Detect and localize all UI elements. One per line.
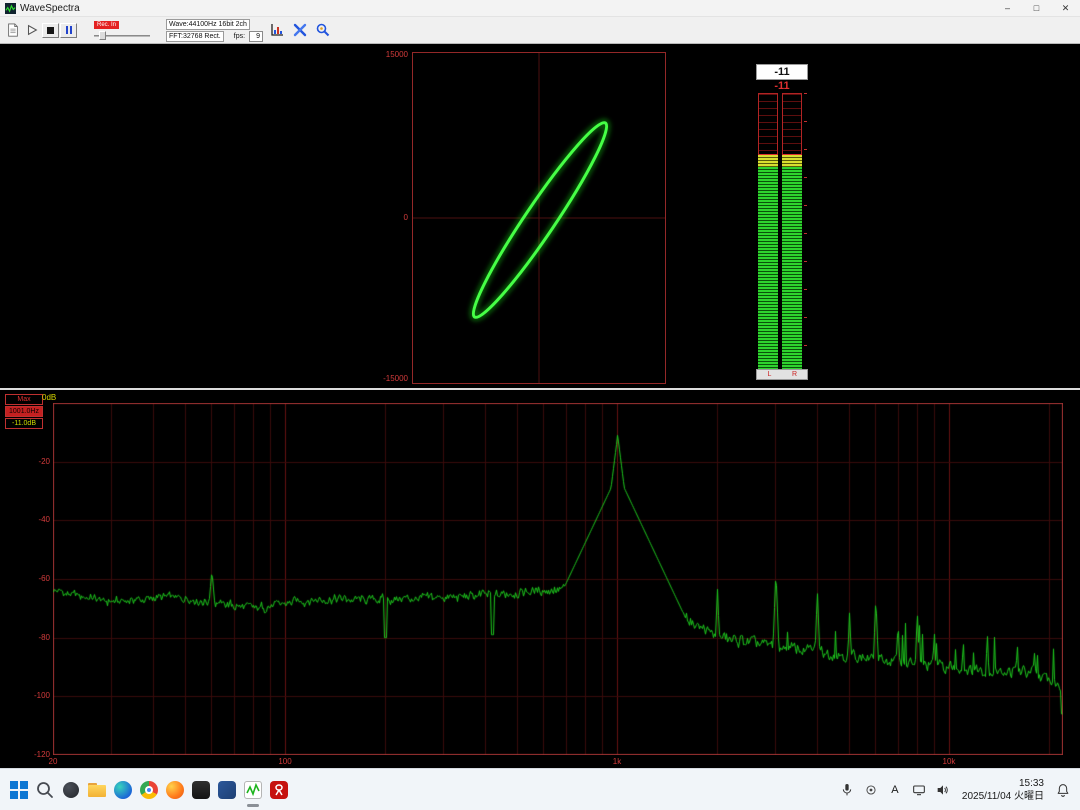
peak-readout-left: -11 [756, 64, 808, 80]
terminal-icon [192, 781, 210, 799]
x-tick-label: 1k [613, 757, 621, 766]
taskbar: A 15:33 2025/11/04 火曜日 [0, 768, 1080, 810]
terminal-button[interactable] [188, 772, 214, 808]
firefox-button[interactable] [162, 772, 188, 808]
analyze-zoom-icon[interactable] [313, 21, 332, 40]
x-tick-label: 20 [49, 757, 58, 766]
minimize-button[interactable]: – [993, 0, 1022, 16]
wave-format-info: Wave:44100Hz 16bit 2ch [166, 19, 250, 30]
y-tick-label: -20 [16, 457, 50, 466]
format-info-group: Wave:44100Hz 16bit 2ch FFT:32768 Rect. f… [166, 19, 263, 42]
network-icon[interactable] [908, 775, 930, 805]
toolbar: Rec. In Wave:44100Hz 16bit 2ch FFT:32768… [0, 17, 1080, 44]
slider-thumb[interactable] [99, 31, 106, 40]
lissajous-axis-max: 15000 [364, 50, 408, 59]
input-level-slider[interactable] [94, 31, 150, 40]
y-tick-label: -60 [16, 574, 50, 583]
word-icon [218, 781, 236, 799]
start-button[interactable] [6, 772, 32, 808]
search-button[interactable] [32, 772, 58, 808]
lissajous-axis-min: -15000 [364, 374, 408, 383]
rec-in-badge: Rec. In [94, 21, 119, 29]
max-frequency-readout: 1001.0Hz [5, 406, 43, 417]
max-peak-info: Max 1001.0Hz -11.0dB [5, 394, 43, 429]
window-title: WaveSpectra [20, 3, 80, 14]
peak-readout-right: -11 [756, 80, 808, 93]
meter-unlit-segment [782, 93, 802, 155]
channel-right-label: R [782, 370, 807, 379]
record-input-group: Rec. In [94, 21, 152, 40]
y-tick-label: -80 [16, 633, 50, 642]
fps-label: fps: [234, 33, 245, 40]
meter-bar-right [782, 93, 802, 369]
window-controls: – □ ✕ [993, 0, 1080, 16]
x-tick-label: 100 [278, 757, 291, 766]
clock-time: 15:33 [1019, 777, 1044, 790]
taskbar-clock[interactable]: 15:33 2025/11/04 火曜日 [956, 777, 1050, 803]
maximize-button[interactable]: □ [1022, 0, 1051, 16]
close-button[interactable]: ✕ [1051, 0, 1080, 16]
y-tick-label: -120 [16, 750, 50, 759]
acrobat-button[interactable] [266, 772, 292, 808]
chrome-button[interactable] [136, 772, 162, 808]
max-level-readout: -11.0dB [5, 418, 43, 429]
meter-yellow-segment [758, 155, 778, 167]
meter-green-segment [758, 167, 778, 369]
wavespectra-taskbar-button[interactable] [240, 772, 266, 808]
axes-settings-icon[interactable] [267, 21, 286, 40]
stop-button[interactable] [42, 23, 59, 38]
pause-icon [66, 26, 72, 34]
lissajous-display [412, 52, 666, 384]
file-explorer-button[interactable] [84, 772, 110, 808]
lissajous-ellipse [462, 115, 618, 326]
clock-date: 2025/11/04 火曜日 [962, 790, 1044, 803]
meter-bars [756, 93, 808, 369]
task-view-button[interactable] [58, 772, 84, 808]
lissajous-panel: 15000 0 -15000 -11 -11 [0, 44, 1080, 390]
firefox-icon [166, 781, 184, 799]
edge-icon [114, 781, 132, 799]
system-tray: A 15:33 2025/11/04 火曜日 [836, 775, 1074, 805]
wavespectra-window: WaveSpectra – □ ✕ Rec. In [0, 0, 1080, 810]
notification-bell-icon[interactable] [1052, 775, 1074, 805]
word-button[interactable] [214, 772, 240, 808]
edge-button[interactable] [110, 772, 136, 808]
meter-green-segment [782, 167, 802, 369]
meter-yellow-segment [782, 155, 802, 167]
max-label: Max [5, 394, 43, 405]
task-view-icon [63, 782, 79, 798]
tray-status-icon[interactable] [860, 775, 882, 805]
spectrum-panel: Max 1001.0Hz -11.0dB 0dB -20 -40 -60 -80… [0, 388, 1080, 768]
stop-icon [47, 27, 54, 34]
volume-icon[interactable] [932, 775, 954, 805]
pause-button[interactable] [60, 23, 77, 38]
channel-left-label: L [757, 370, 782, 379]
meter-scale-ticks [804, 93, 807, 369]
play-icon[interactable] [23, 21, 41, 39]
lissajous-axis-mid: 0 [364, 213, 408, 222]
y-tick-label: -40 [16, 515, 50, 524]
settings-tools-icon[interactable] [290, 21, 309, 40]
y-axis-zero-label: 0dB [42, 393, 56, 402]
ime-mode-indicator[interactable]: A [884, 775, 906, 805]
y-tick-label: -100 [16, 691, 50, 700]
meter-channel-labels: L R [756, 369, 808, 380]
fft-settings-info: FFT:32768 Rect. [166, 31, 224, 42]
level-meter: -11 -11 L R [756, 64, 808, 380]
meter-bar-left [758, 93, 778, 369]
title-bar: WaveSpectra – □ ✕ [0, 0, 1080, 17]
fps-value[interactable]: 9 [249, 31, 263, 42]
open-file-icon[interactable] [4, 21, 22, 39]
app-icon [5, 3, 16, 14]
spectrum-plot [53, 403, 1063, 755]
meter-unlit-segment [758, 93, 778, 155]
x-tick-label: 10k [943, 757, 956, 766]
microphone-icon[interactable] [836, 775, 858, 805]
